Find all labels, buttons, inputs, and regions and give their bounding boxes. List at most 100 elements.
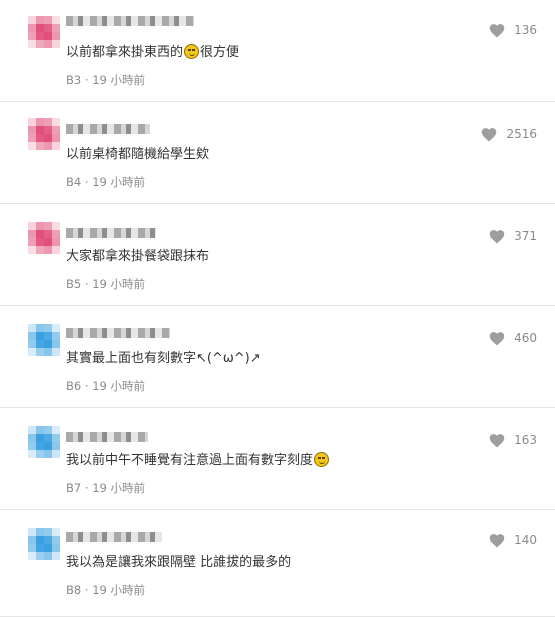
avatar-pixel [44,16,52,24]
avatar-pixel [52,442,60,450]
comment-text-before: 大家都拿來掛餐袋跟抹布 [66,249,210,264]
floor-number: B4 [66,175,82,189]
avatar[interactable] [28,16,60,48]
comment-item: 我以前中午不睡覺有注意過上面有數字刻度 B7 · 19 小時前 163 [0,408,555,510]
avatar-pixel [36,434,44,442]
avatar-pixel [28,246,36,254]
avatar[interactable] [28,118,60,150]
avatar-pixel [28,238,36,246]
like-count: 2516 [506,127,537,141]
avatar-pixel [52,16,60,24]
avatar-pixel [28,24,36,32]
like-button[interactable]: 371 [488,228,537,244]
meta-separator: · [84,481,89,495]
avatar-pixel [52,142,60,150]
avatar-pixel [44,230,52,238]
comment-text-before: 以前都拿來掛東西的 [66,45,184,60]
comment-text: 以前桌椅都隨機給學生欸 [66,146,209,164]
avatar-pixel [36,230,44,238]
avatar-pixel [44,544,52,552]
avatar-pixel [44,222,52,230]
avatar-pixel [36,40,44,48]
floor-number: B5 [66,277,82,291]
like-count: 163 [514,433,537,447]
comment-text-before: 以前桌椅都隨機給學生欸 [66,147,210,162]
avatar-pixel [44,24,52,32]
avatar-pixel [44,134,52,142]
avatar[interactable] [28,426,60,458]
avatar-pixel [28,348,36,356]
heart-icon [489,332,505,346]
avatar-pixel [36,528,44,536]
heart-icon [489,534,505,548]
comment-meta: B8 · 19 小時前 [66,582,145,598]
comment-item: 大家都拿來掛餐袋跟抹布 B5 · 19 小時前 371 [0,204,555,306]
comment-meta: B5 · 19 小時前 [66,276,145,292]
comment-meta: B4 · 19 小時前 [66,174,145,190]
avatar-pixel [52,126,60,134]
like-button[interactable]: 2516 [480,126,537,142]
avatar-pixel [36,442,44,450]
comment-list: 以前都拿來掛東西的 很方便 B3 · 19 小時前 136 以前桌椅都隨機給學生欸… [0,0,555,617]
comment-text: 大家都拿來掛餐袋跟抹布 [66,248,209,266]
comment-time: 19 小時前 [92,379,145,393]
avatar-pixel [44,528,52,536]
meta-separator: · [84,583,89,597]
heart-icon [482,128,497,142]
avatar-pixel [28,450,36,458]
avatar-pixel [28,40,36,48]
floor-number: B3 [66,73,82,87]
avatar-pixel [52,32,60,40]
avatar-pixel [52,324,60,332]
avatar-pixel [52,118,60,126]
comment-text-before: 我以為是讓我來跟隔壁 比誰拔的最多的 [66,555,292,570]
avatar-pixel [36,536,44,544]
avatar[interactable] [28,528,60,560]
avatar-pixel [28,340,36,348]
floor-number: B7 [66,481,82,495]
avatar-pixel [44,442,52,450]
meta-separator: · [84,175,89,189]
avatar-pixel [44,324,52,332]
like-button[interactable]: 460 [488,330,537,346]
blurred-username [66,532,162,542]
avatar-pixel [28,528,36,536]
avatar-pixel [52,544,60,552]
comment-meta: B7 · 19 小時前 [66,480,145,496]
avatar[interactable] [28,324,60,356]
avatar-pixel [28,434,36,442]
comment-text: 我以為是讓我來跟隔壁 比誰拔的最多的 [66,554,291,572]
avatar-pixel [36,222,44,230]
blurred-username [66,124,150,134]
comment-time: 19 小時前 [92,481,145,495]
avatar-pixel [28,324,36,332]
avatar-pixel [36,348,44,356]
comment-time: 19 小時前 [92,277,145,291]
avatar-pixel [52,332,60,340]
avatar-pixel [36,142,44,150]
avatar-pixel [28,142,36,150]
avatar-pixel [44,450,52,458]
avatar-pixel [52,222,60,230]
avatar-pixel [36,238,44,246]
blurred-username [66,432,148,442]
comment-text: 我以前中午不睡覺有注意過上面有數字刻度 [66,452,330,470]
like-count: 460 [514,331,537,345]
like-button[interactable]: 140 [488,532,537,548]
blurred-username [66,328,170,338]
comment-text-after: 很方便 [200,45,240,60]
like-button[interactable]: 163 [488,432,537,448]
like-button[interactable]: 136 [488,22,537,38]
like-count: 371 [514,229,537,243]
avatar-pixel [36,544,44,552]
avatar-pixel [52,40,60,48]
avatar-pixel [52,246,60,254]
avatar-pixel [36,324,44,332]
comment-item: 我以為是讓我來跟隔壁 比誰拔的最多的 B8 · 19 小時前 140 [0,510,555,617]
avatar-pixel [28,536,36,544]
avatar[interactable] [28,222,60,254]
avatar-pixel [28,222,36,230]
avatar-pixel [52,536,60,544]
avatar-pixel [36,332,44,340]
comment-item: 其實最上面也有刻數字↖(^ω^)↗ B6 · 19 小時前 460 [0,306,555,408]
